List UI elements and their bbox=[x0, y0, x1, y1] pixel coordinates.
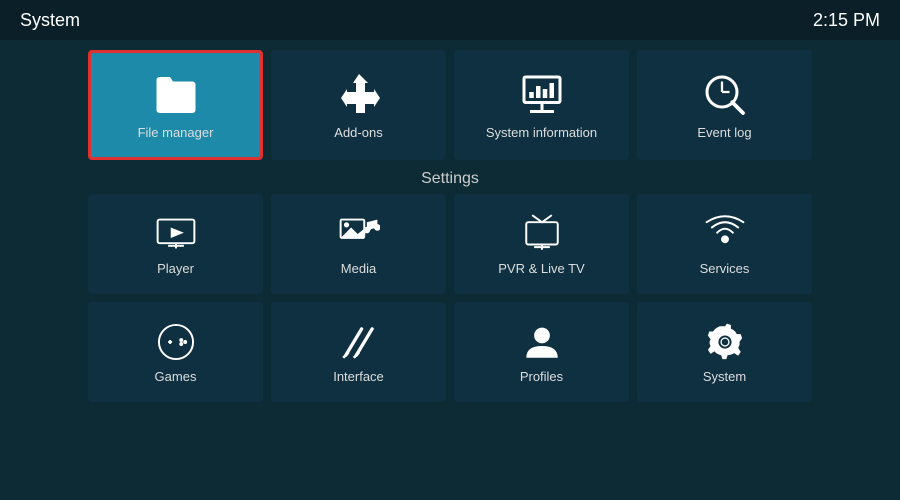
tile-system-information-label: System information bbox=[486, 125, 597, 140]
settings-section-label: Settings bbox=[0, 166, 900, 194]
settings-row-1: Player Media PVR & Live TV bbox=[0, 194, 900, 302]
tile-file-manager[interactable]: File manager bbox=[88, 50, 263, 160]
system-gear-icon bbox=[704, 321, 746, 363]
tile-add-ons[interactable]: Add-ons bbox=[271, 50, 446, 160]
tile-games[interactable]: Games bbox=[88, 302, 263, 402]
tile-add-ons-label: Add-ons bbox=[334, 125, 382, 140]
interface-icon bbox=[338, 321, 380, 363]
games-icon bbox=[155, 321, 197, 363]
event-log-icon bbox=[701, 71, 749, 119]
tile-games-label: Games bbox=[155, 369, 197, 384]
header: System 2:15 PM bbox=[0, 0, 900, 40]
clock: 2:15 PM bbox=[813, 10, 880, 31]
tile-interface-label: Interface bbox=[333, 369, 384, 384]
tile-player-label: Player bbox=[157, 261, 194, 276]
tile-event-log[interactable]: Event log bbox=[637, 50, 812, 160]
services-icon bbox=[704, 213, 746, 255]
settings-row-2: Games Interface Profiles System bbox=[0, 302, 900, 410]
tile-services[interactable]: Services bbox=[637, 194, 812, 294]
tile-player[interactable]: Player bbox=[88, 194, 263, 294]
tile-pvr-live-tv[interactable]: PVR & Live TV bbox=[454, 194, 629, 294]
media-icon bbox=[338, 213, 380, 255]
player-icon bbox=[155, 213, 197, 255]
pvr-icon bbox=[521, 213, 563, 255]
app-title: System bbox=[20, 10, 80, 31]
addons-icon bbox=[335, 71, 383, 119]
folder-icon bbox=[152, 71, 200, 119]
tile-interface[interactable]: Interface bbox=[271, 302, 446, 402]
tile-services-label: Services bbox=[700, 261, 750, 276]
tile-file-manager-label: File manager bbox=[138, 125, 214, 140]
tile-system[interactable]: System bbox=[637, 302, 812, 402]
profiles-icon bbox=[521, 321, 563, 363]
tile-event-log-label: Event log bbox=[697, 125, 751, 140]
tile-profiles-label: Profiles bbox=[520, 369, 563, 384]
tile-pvr-label: PVR & Live TV bbox=[498, 261, 584, 276]
tile-media[interactable]: Media bbox=[271, 194, 446, 294]
tile-profiles[interactable]: Profiles bbox=[454, 302, 629, 402]
system-info-icon bbox=[518, 71, 566, 119]
tile-system-label: System bbox=[703, 369, 746, 384]
top-row: File manager Add-ons System information bbox=[0, 40, 900, 166]
tile-system-information[interactable]: System information bbox=[454, 50, 629, 160]
tile-media-label: Media bbox=[341, 261, 376, 276]
